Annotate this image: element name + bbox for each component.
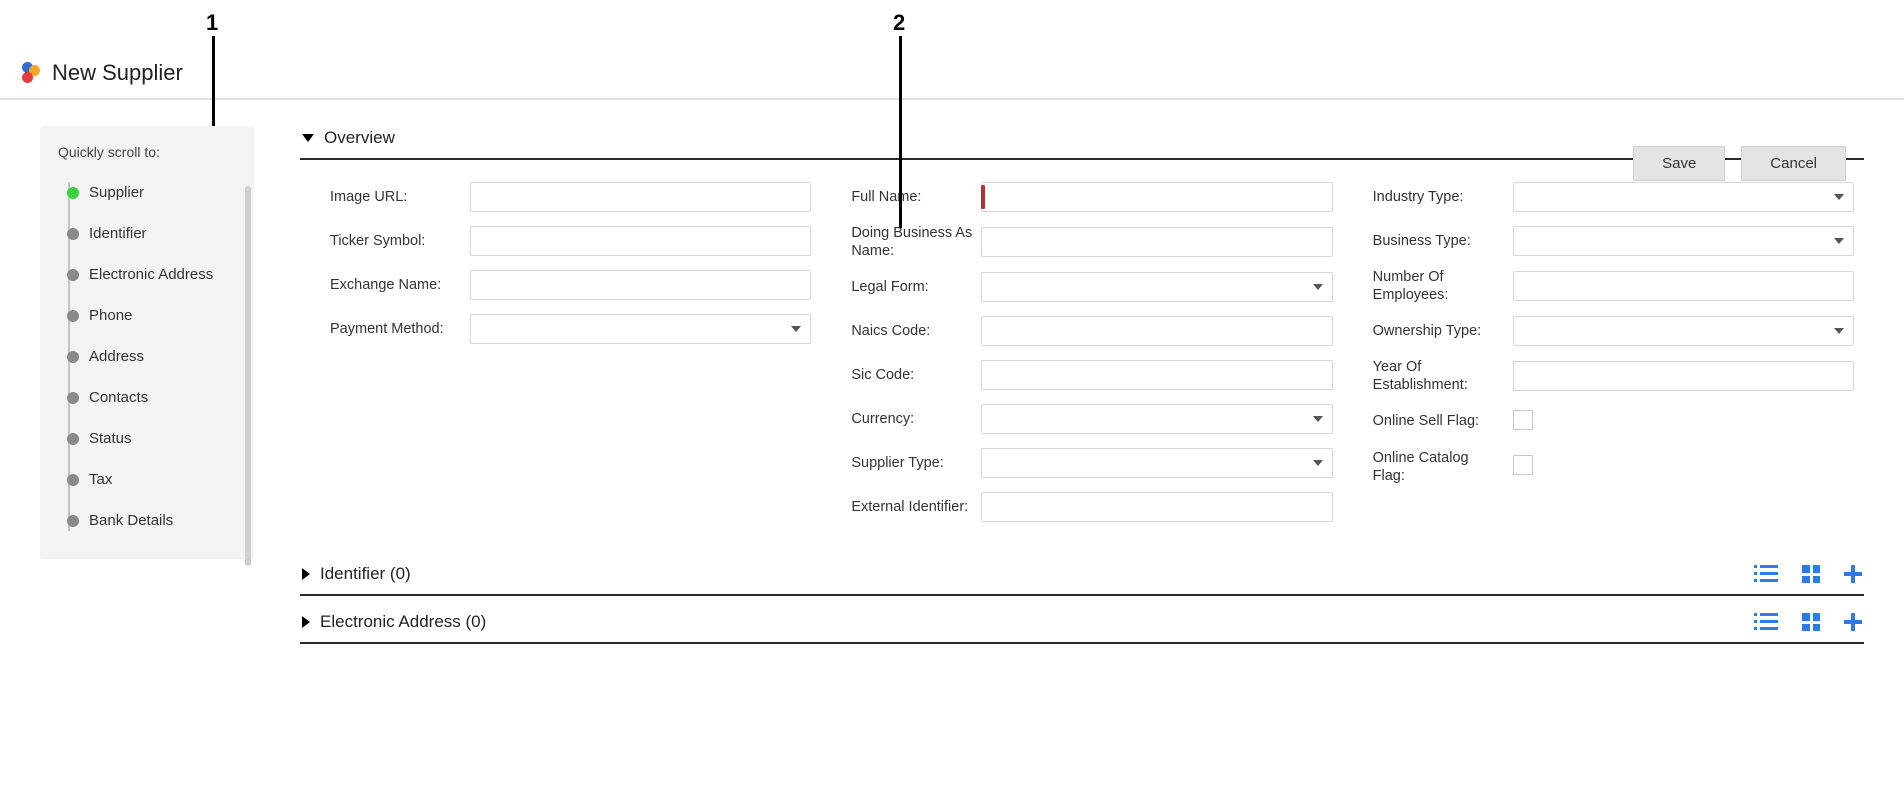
sidebar-item-electronic-address[interactable]: Electronic Address — [63, 254, 242, 295]
section-identifier-title: Identifier (0) — [320, 564, 411, 584]
sidebar-scrollbar[interactable] — [245, 186, 251, 566]
label-business-type: Business Type: — [1373, 232, 1513, 250]
section-overview-title: Overview — [324, 128, 395, 148]
chevron-right-icon — [302, 568, 310, 580]
page-title: New Supplier — [52, 60, 183, 86]
sidebar-nav-list: Supplier Identifier Electronic Address P… — [58, 172, 242, 541]
sidebar-item-label: Bank Details — [89, 512, 173, 529]
label-num-employees: Number Of Employees: — [1373, 268, 1513, 304]
input-full-name[interactable] — [981, 182, 1332, 212]
add-icon[interactable] — [1844, 565, 1862, 583]
callout-2: 2 — [893, 10, 905, 36]
label-legal-form: Legal Form: — [851, 278, 981, 296]
label-industry-type: Industry Type: — [1373, 188, 1513, 206]
grid-view-icon[interactable] — [1802, 613, 1820, 631]
label-dba-name: Doing Business As Name: — [851, 224, 981, 260]
select-industry-type[interactable] — [1513, 182, 1854, 212]
chevron-right-icon — [302, 616, 310, 628]
input-exchange-name[interactable] — [470, 270, 811, 300]
sidebar-item-label: Identifier — [89, 225, 147, 242]
sidebar-item-contacts[interactable]: Contacts — [63, 377, 242, 418]
select-legal-form[interactable] — [981, 272, 1332, 302]
select-currency[interactable] — [981, 404, 1332, 434]
label-external-identifier: External Identifier: — [851, 498, 981, 516]
sidebar-item-label: Address — [89, 348, 144, 365]
label-online-catalog-flag: Online Catalog Flag: — [1373, 449, 1513, 485]
list-view-icon[interactable] — [1760, 565, 1778, 583]
sidebar-item-label: Status — [89, 430, 132, 447]
select-business-type[interactable] — [1513, 226, 1854, 256]
label-exchange-name: Exchange Name: — [330, 276, 470, 294]
label-payment-method: Payment Method: — [330, 320, 470, 338]
sidebar-item-tax[interactable]: Tax — [63, 459, 242, 500]
select-payment-method[interactable] — [470, 314, 811, 344]
input-ticker-symbol[interactable] — [470, 226, 811, 256]
label-online-sell-flag: Online Sell Flag: — [1373, 412, 1513, 430]
label-year-establishment: Year Of Establishment: — [1373, 358, 1513, 394]
section-electronic-address: Electronic Address (0) — [300, 602, 1864, 644]
sidebar-item-bank-details[interactable]: Bank Details — [63, 500, 242, 541]
label-full-name: Full Name: — [851, 188, 981, 206]
section-electronic-address-title: Electronic Address (0) — [320, 612, 486, 632]
label-sic-code: Sic Code: — [851, 366, 981, 384]
sidebar-item-phone[interactable]: Phone — [63, 295, 242, 336]
label-naics-code: Naics Code: — [851, 322, 981, 340]
input-year-establishment[interactable] — [1513, 361, 1854, 391]
section-identifier-header[interactable]: Identifier (0) — [300, 554, 1864, 596]
required-marker-icon — [981, 185, 985, 209]
input-external-identifier[interactable] — [981, 492, 1332, 522]
page-header: New Supplier — [0, 50, 1904, 100]
input-dba-name[interactable] — [981, 227, 1332, 257]
section-electronic-address-header[interactable]: Electronic Address (0) — [300, 602, 1864, 644]
cancel-button[interactable]: Cancel — [1741, 146, 1846, 181]
section-overview-header[interactable]: Overview — [300, 118, 1864, 160]
save-button[interactable]: Save — [1633, 146, 1725, 181]
grid-view-icon[interactable] — [1802, 565, 1820, 583]
scroll-to-sidebar: Quickly scroll to: Supplier Identifier E… — [40, 126, 254, 559]
callout-1: 1 — [206, 10, 218, 36]
input-image-url[interactable] — [470, 182, 811, 212]
chevron-down-icon — [302, 134, 314, 142]
sidebar-item-label: Supplier — [89, 184, 144, 201]
input-sic-code[interactable] — [981, 360, 1332, 390]
label-ticker-symbol: Ticker Symbol: — [330, 232, 470, 250]
select-ownership-type[interactable] — [1513, 316, 1854, 346]
checkbox-online-catalog-flag[interactable] — [1513, 455, 1533, 475]
list-view-icon[interactable] — [1760, 613, 1778, 631]
label-ownership-type: Ownership Type: — [1373, 322, 1513, 340]
action-bar: Save Cancel — [1633, 146, 1846, 181]
app-logo-icon — [18, 62, 40, 84]
input-num-employees[interactable] — [1513, 271, 1854, 301]
label-supplier-type: Supplier Type: — [851, 454, 981, 472]
select-supplier-type[interactable] — [981, 448, 1332, 478]
sidebar-item-identifier[interactable]: Identifier — [63, 213, 242, 254]
section-overview: Overview Image URL: Ticker Symbol: — [300, 118, 1864, 548]
sidebar-item-supplier[interactable]: Supplier — [63, 172, 242, 213]
sidebar-item-label: Electronic Address — [89, 266, 213, 283]
checkbox-online-sell-flag[interactable] — [1513, 410, 1533, 430]
sidebar-item-label: Tax — [89, 471, 112, 488]
sidebar-item-status[interactable]: Status — [63, 418, 242, 459]
label-image-url: Image URL: — [330, 188, 470, 206]
sidebar-title: Quickly scroll to: — [58, 144, 242, 160]
add-icon[interactable] — [1844, 613, 1862, 631]
sidebar-item-label: Contacts — [89, 389, 148, 406]
sidebar-item-address[interactable]: Address — [63, 336, 242, 377]
section-identifier: Identifier (0) — [300, 554, 1864, 596]
input-naics-code[interactable] — [981, 316, 1332, 346]
overview-form: Image URL: Ticker Symbol: Exchange Name: — [300, 160, 1864, 548]
sidebar-item-label: Phone — [89, 307, 132, 324]
label-currency: Currency: — [851, 410, 981, 428]
